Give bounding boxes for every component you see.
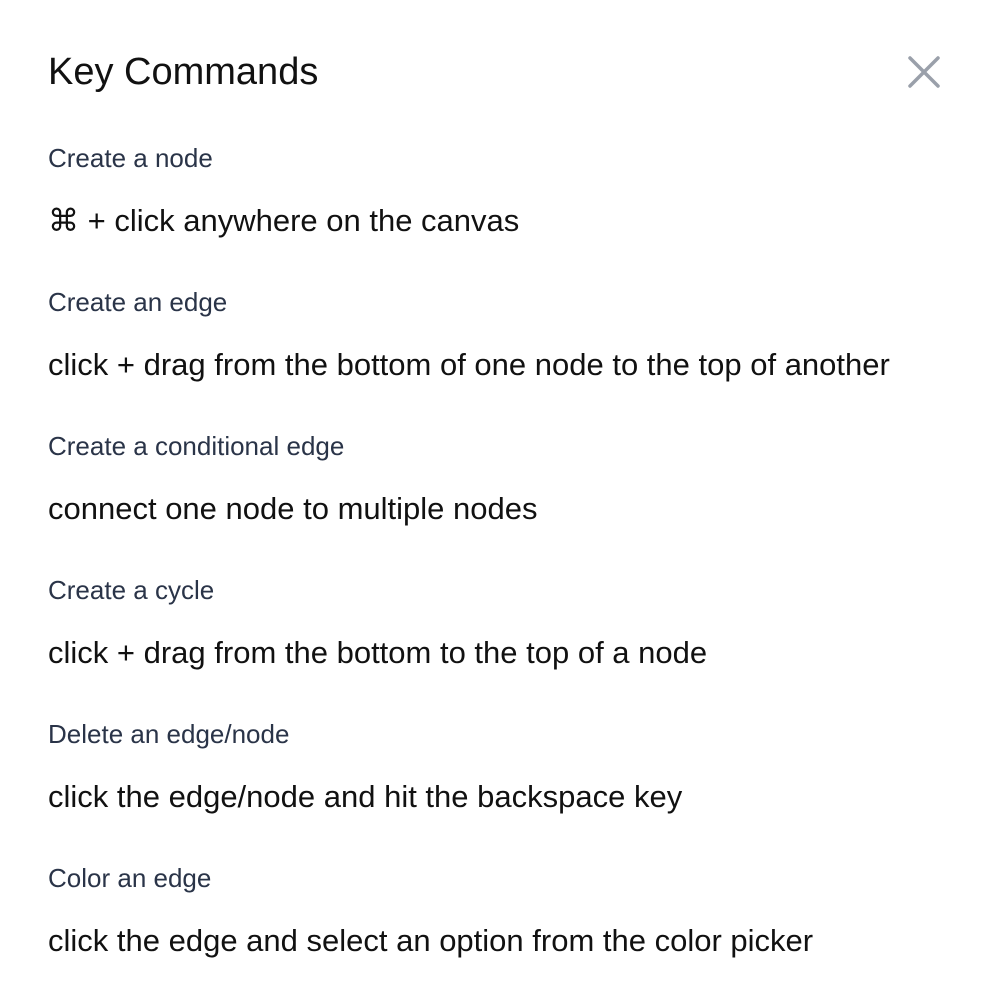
command-description: click the edge/node and hit the backspac… [48, 779, 683, 814]
command-description: click + drag from the bottom to the top … [48, 635, 708, 670]
close-icon [908, 56, 940, 88]
dialog-title: Key Commands [48, 51, 319, 93]
command-item-create-cycle: Create a cycle click + drag from the bot… [48, 568, 958, 712]
command-description: connect one node to multiple nodes [48, 491, 538, 526]
command-description: ⌘ + click anywhere on the canvas [48, 203, 520, 238]
key-commands-dialog: Key Commands Create a node ⌘ + click any… [0, 0, 984, 994]
command-item-create-edge: Create an edge click + drag from the bot… [48, 280, 958, 424]
command-item-create-conditional-edge: Create a conditional edge connect one no… [48, 424, 958, 568]
command-label: Create a conditional edge [48, 431, 345, 461]
command-item-color-edge: Color an edge click the edge and select … [48, 856, 958, 994]
command-list: Create a node ⌘ + click anywhere on the … [48, 136, 958, 994]
command-label: Color an edge [48, 863, 212, 893]
command-label: Create a node [48, 143, 213, 173]
command-description: click the edge and select an option from… [48, 923, 814, 958]
command-label: Create an edge [48, 287, 228, 317]
command-label: Create a cycle [48, 575, 215, 605]
close-button[interactable] [898, 46, 950, 98]
command-description: click + drag from the bottom of one node… [48, 347, 890, 382]
command-item-delete: Delete an edge/node click the edge/node … [48, 712, 958, 856]
command-item-create-node: Create a node ⌘ + click anywhere on the … [48, 136, 958, 280]
command-label: Delete an edge/node [48, 719, 290, 749]
